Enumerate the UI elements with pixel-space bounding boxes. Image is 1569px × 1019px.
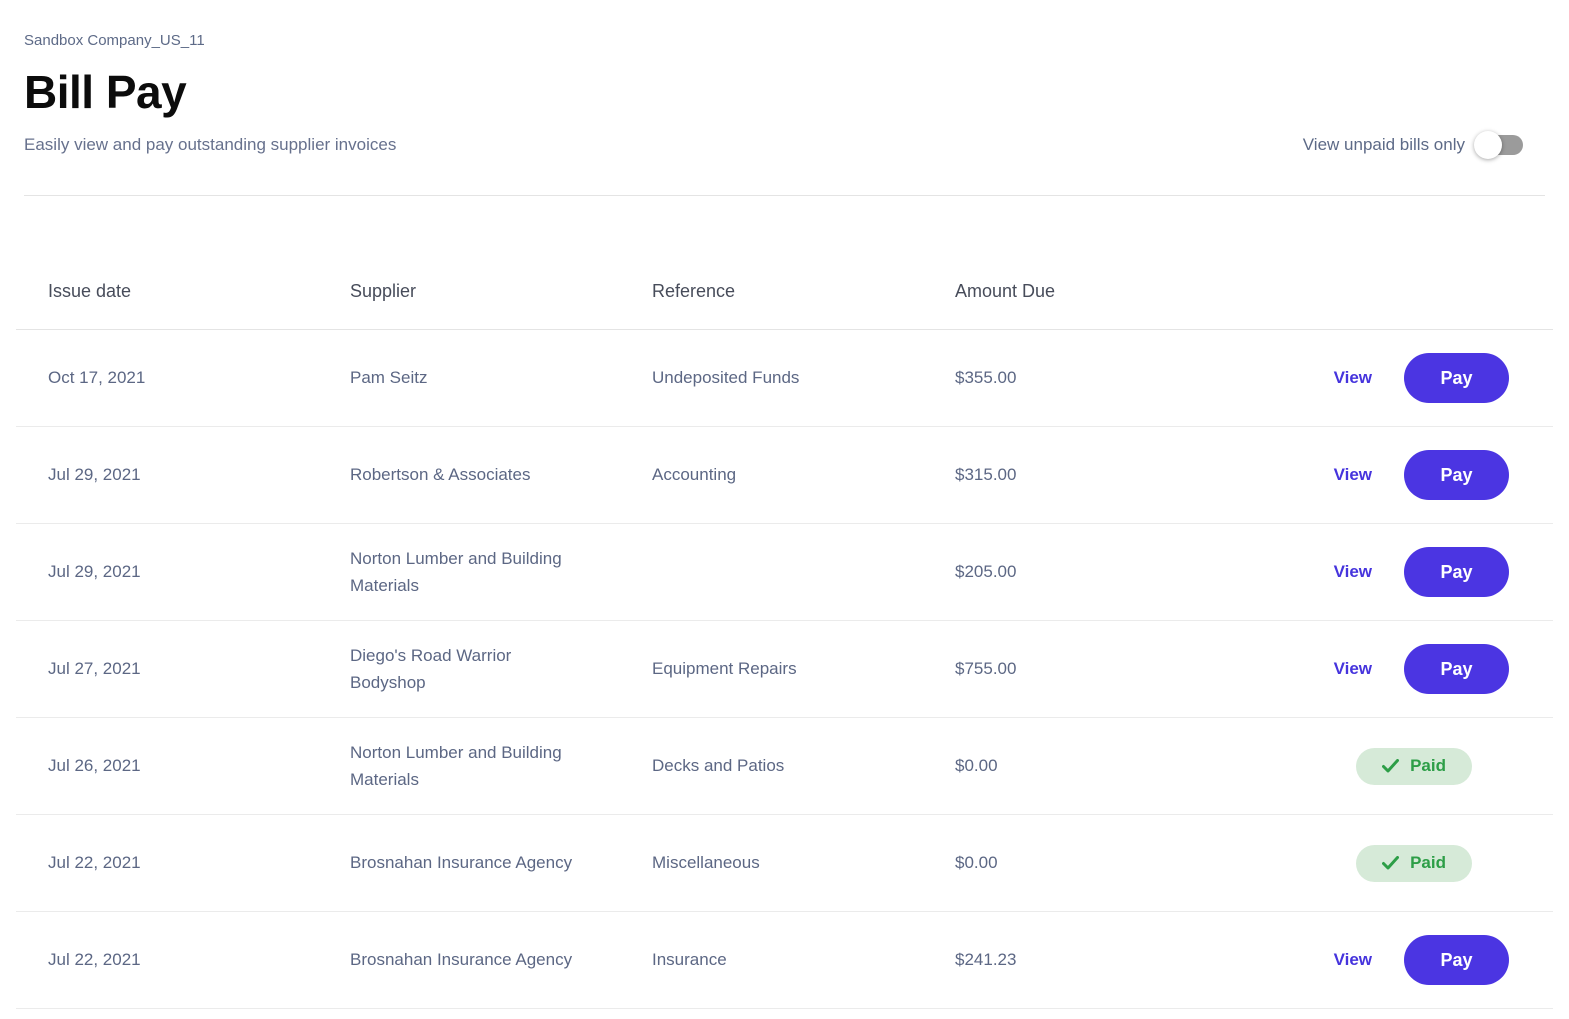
company-breadcrumb: Sandbox Company_US_11 (24, 32, 205, 49)
row-actions: Paid (1145, 747, 1509, 785)
table-header-row: Issue date Supplier Reference Amount Due (16, 254, 1553, 330)
column-header-issue-date: Issue date (48, 281, 132, 301)
pay-button[interactable]: Pay (1404, 353, 1509, 403)
table-row: Oct 17, 2021 Pam Seitz Undeposited Funds… (16, 330, 1553, 427)
cell-supplier: Norton Lumber and Building Materials (350, 548, 562, 595)
cell-issue-date: Jul 22, 2021 (48, 950, 141, 969)
cell-supplier: Norton Lumber and Building Materials (350, 742, 562, 789)
pay-button[interactable]: Pay (1404, 547, 1509, 597)
cell-issue-date: Jul 27, 2021 (48, 659, 141, 678)
cell-issue-date: Oct 17, 2021 (48, 368, 146, 387)
table-row: Jul 29, 2021 Robertson & Associates Acco… (16, 427, 1553, 524)
cell-reference: Undeposited Funds (652, 368, 800, 387)
cell-issue-date: Jul 29, 2021 (48, 465, 141, 484)
cell-reference: Decks and Patios (652, 756, 785, 775)
cell-amount-due: $755.00 (955, 659, 1017, 678)
row-actions: Paid (1145, 844, 1509, 882)
column-header-amount-due: Amount Due (955, 281, 1056, 301)
row-actions: View Pay (1145, 644, 1509, 694)
table-row: Jul 27, 2021 Diego's Road Warrior Bodysh… (16, 621, 1553, 718)
cell-amount-due: $0.00 (955, 853, 998, 872)
table-row: Jul 22, 2021 Brosnahan Insurance Agency … (16, 912, 1553, 1009)
unpaid-toggle[interactable] (1474, 131, 1523, 159)
cell-reference: Equipment Repairs (652, 659, 797, 678)
cell-issue-date: Jul 22, 2021 (48, 853, 141, 872)
table-row: Jul 29, 2021 Norton Lumber and Building … (16, 524, 1553, 621)
view-link[interactable]: View (1334, 465, 1372, 485)
paid-badge: Paid (1356, 844, 1472, 882)
bill-table: Issue date Supplier Reference Amount Due… (0, 254, 1569, 1009)
cell-amount-due: $0.00 (955, 756, 998, 775)
row-actions: View Pay (1145, 353, 1509, 403)
page-header: Sandbox Company_US_11 Bill Pay Easily vi… (0, 0, 1569, 159)
cell-supplier: Robertson & Associates (350, 465, 531, 485)
toggle-knob-icon (1474, 131, 1502, 159)
cell-issue-date: Jul 26, 2021 (48, 756, 141, 775)
cell-amount-due: $355.00 (955, 368, 1017, 387)
row-actions: View Pay (1145, 450, 1509, 500)
table-row: Jul 26, 2021 Norton Lumber and Building … (16, 718, 1553, 815)
paid-badge-label: Paid (1410, 853, 1446, 872)
pay-button[interactable]: Pay (1404, 644, 1509, 694)
cell-supplier: Brosnahan Insurance Agency (350, 853, 573, 873)
cell-amount-due: $241.23 (955, 950, 1017, 969)
header-divider (24, 195, 1545, 196)
check-icon (1382, 759, 1400, 773)
view-link[interactable]: View (1334, 659, 1372, 679)
cell-amount-due: $315.00 (955, 465, 1017, 484)
cell-amount-due: $205.00 (955, 562, 1017, 581)
cell-issue-date: Jul 29, 2021 (48, 562, 141, 581)
pay-button[interactable]: Pay (1404, 450, 1509, 500)
cell-supplier: Pam Seitz (350, 368, 428, 388)
paid-badge-label: Paid (1410, 756, 1446, 775)
unpaid-toggle-label: View unpaid bills only (1302, 135, 1465, 154)
cell-supplier: Diego's Road Warrior Bodyshop (350, 645, 512, 692)
column-header-supplier: Supplier (350, 281, 417, 301)
cell-reference: Insurance (652, 950, 727, 969)
cell-reference: Miscellaneous (652, 853, 760, 872)
paid-badge: Paid (1356, 747, 1472, 785)
page-title: Bill Pay (24, 66, 187, 118)
row-actions: View Pay (1145, 547, 1509, 597)
row-actions: View Pay (1145, 935, 1509, 985)
table-row: Jul 22, 2021 Brosnahan Insurance Agency … (16, 815, 1553, 912)
column-header-reference: Reference (652, 281, 736, 301)
view-link[interactable]: View (1334, 368, 1372, 388)
page-subtitle: Easily view and pay outstanding supplier… (24, 135, 397, 154)
cell-supplier: Brosnahan Insurance Agency (350, 950, 573, 970)
view-link[interactable]: View (1334, 562, 1372, 582)
pay-button[interactable]: Pay (1404, 935, 1509, 985)
view-link[interactable]: View (1334, 950, 1372, 970)
cell-reference: Accounting (652, 465, 737, 484)
unpaid-filter: View unpaid bills only (1302, 131, 1523, 159)
check-icon (1382, 856, 1400, 870)
